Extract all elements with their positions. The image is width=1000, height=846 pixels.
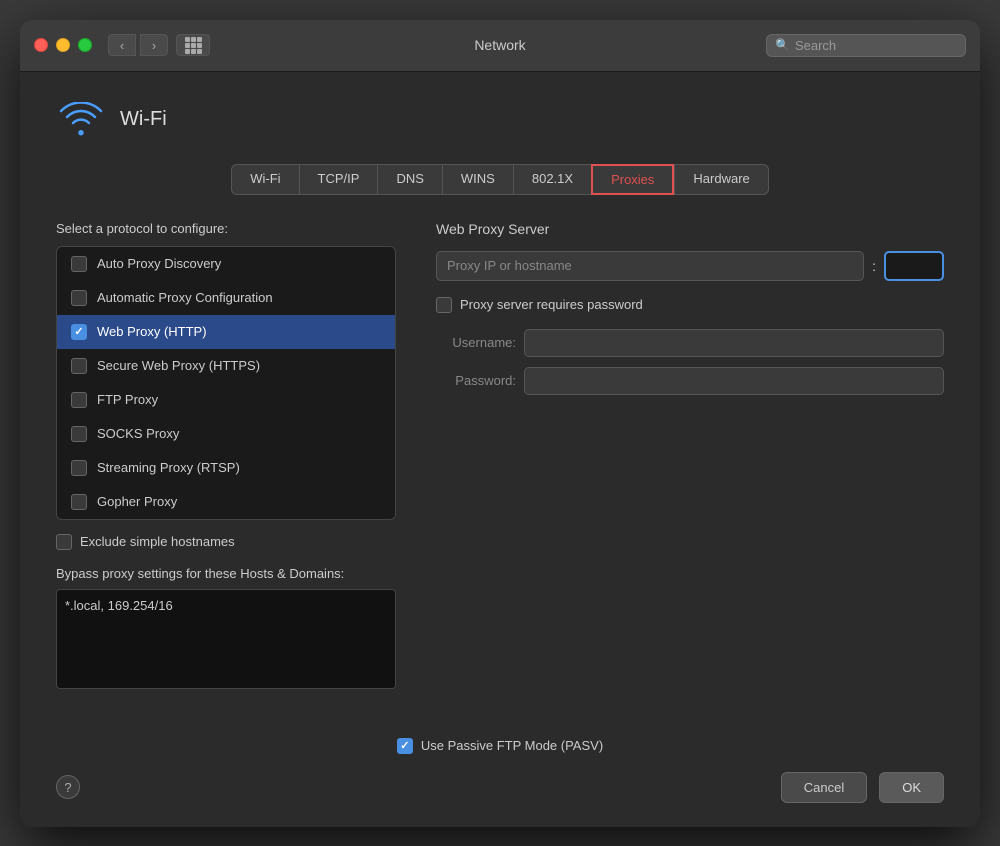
password-required-label: Proxy server requires password xyxy=(460,297,643,312)
nav-buttons: ‹ › xyxy=(108,34,168,56)
tab-hardware[interactable]: Hardware xyxy=(674,164,768,195)
left-panel: Select a protocol to configure: Auto Pro… xyxy=(56,221,396,694)
protocol-gopher-proxy[interactable]: Gopher Proxy xyxy=(57,485,395,519)
checkbox-socks-proxy[interactable] xyxy=(71,426,87,442)
checkbox-auto-proxy-discovery[interactable] xyxy=(71,256,87,272)
passive-ftp-label: Use Passive FTP Mode (PASV) xyxy=(421,738,603,753)
password-row: Password: xyxy=(436,367,944,395)
grid-icon xyxy=(185,37,202,54)
checkbox-password-required[interactable] xyxy=(436,297,452,313)
wifi-icon xyxy=(59,102,103,138)
password-required-row: Proxy server requires password xyxy=(436,297,944,313)
wifi-header: Wi-Fi xyxy=(56,100,944,140)
tab-wifi[interactable]: Wi-Fi xyxy=(231,164,298,195)
proxy-hostname-input[interactable] xyxy=(436,251,864,281)
proxy-port-input[interactable] xyxy=(884,251,944,281)
protocol-list: Auto Proxy Discovery Automatic Proxy Con… xyxy=(56,246,396,520)
grid-button[interactable] xyxy=(176,34,210,56)
tab-tcpip[interactable]: TCP/IP xyxy=(299,164,378,195)
password-input[interactable] xyxy=(524,367,944,395)
exclude-hostnames-row: Exclude simple hostnames xyxy=(56,534,396,550)
maximize-button[interactable] xyxy=(78,38,92,52)
tab-wins[interactable]: WINS xyxy=(442,164,513,195)
traffic-lights xyxy=(34,38,92,52)
protocol-label: FTP Proxy xyxy=(97,392,158,407)
help-button[interactable]: ? xyxy=(56,775,80,799)
protocol-socks-proxy[interactable]: SOCKS Proxy xyxy=(57,417,395,451)
minimize-button[interactable] xyxy=(56,38,70,52)
bypass-label: Bypass proxy settings for these Hosts & … xyxy=(56,566,396,581)
panel-title: Select a protocol to configure: xyxy=(56,221,396,236)
cancel-button[interactable]: Cancel xyxy=(781,772,867,803)
protocol-auto-proxy-discovery[interactable]: Auto Proxy Discovery xyxy=(57,247,395,281)
password-label: Password: xyxy=(436,373,516,388)
checkbox-exclude-hostnames[interactable] xyxy=(56,534,72,550)
tab-dns[interactable]: DNS xyxy=(377,164,441,195)
protocol-label: Secure Web Proxy (HTTPS) xyxy=(97,358,260,373)
titlebar: ‹ › Network 🔍 xyxy=(20,20,980,72)
ok-button[interactable]: OK xyxy=(879,772,944,803)
action-buttons: Cancel OK xyxy=(781,772,944,803)
checkbox-streaming-proxy[interactable] xyxy=(71,460,87,476)
protocol-secure-web-proxy[interactable]: Secure Web Proxy (HTTPS) xyxy=(57,349,395,383)
exclude-hostnames-label: Exclude simple hostnames xyxy=(80,534,235,549)
username-input[interactable] xyxy=(524,329,944,357)
protocol-label: Streaming Proxy (RTSP) xyxy=(97,460,240,475)
protocol-web-proxy-http[interactable]: Web Proxy (HTTP) xyxy=(57,315,395,349)
checkbox-ftp-proxy[interactable] xyxy=(71,392,87,408)
search-icon: 🔍 xyxy=(775,38,790,52)
back-button[interactable]: ‹ xyxy=(108,34,136,56)
wifi-icon-container xyxy=(56,100,106,140)
tabs: Wi-Fi TCP/IP DNS WINS 802.1X Proxies Har… xyxy=(56,164,944,195)
protocol-automatic-proxy-config[interactable]: Automatic Proxy Configuration xyxy=(57,281,395,315)
bypass-section: Bypass proxy settings for these Hosts & … xyxy=(56,566,396,694)
passive-ftp-row: Use Passive FTP Mode (PASV) xyxy=(20,738,980,754)
search-input[interactable] xyxy=(795,38,957,53)
protocol-label: Automatic Proxy Configuration xyxy=(97,290,273,305)
tab-proxies[interactable]: Proxies xyxy=(591,164,674,195)
main-window: ‹ › Network 🔍 xyxy=(20,20,980,827)
proxy-server-row: : xyxy=(436,251,944,281)
bottom-bar: ? Cancel OK xyxy=(20,754,980,827)
colon-separator: : xyxy=(872,258,876,274)
wifi-label: Wi-Fi xyxy=(120,108,167,131)
main-layout: Select a protocol to configure: Auto Pro… xyxy=(56,221,944,694)
checkbox-secure-web-proxy[interactable] xyxy=(71,358,87,374)
protocol-label: Auto Proxy Discovery xyxy=(97,256,221,271)
protocol-ftp-proxy[interactable]: FTP Proxy xyxy=(57,383,395,417)
window-title: Network xyxy=(474,37,525,53)
protocol-label: Gopher Proxy xyxy=(97,494,177,509)
forward-button[interactable]: › xyxy=(140,34,168,56)
protocol-label: Web Proxy (HTTP) xyxy=(97,324,207,339)
search-box[interactable]: 🔍 xyxy=(766,34,966,57)
checkbox-web-proxy-http[interactable] xyxy=(71,324,87,340)
right-panel: Web Proxy Server : Proxy server requires… xyxy=(436,221,944,694)
username-label: Username: xyxy=(436,335,516,350)
protocol-label: SOCKS Proxy xyxy=(97,426,179,441)
bypass-textarea[interactable]: *.local, 169.254/16 xyxy=(56,589,396,689)
close-button[interactable] xyxy=(34,38,48,52)
protocol-streaming-proxy[interactable]: Streaming Proxy (RTSP) xyxy=(57,451,395,485)
tab-8021x[interactable]: 802.1X xyxy=(513,164,591,195)
content-area: Wi-Fi Wi-Fi TCP/IP DNS WINS 802.1X Proxi… xyxy=(20,72,980,718)
checkbox-passive-ftp[interactable] xyxy=(397,738,413,754)
checkbox-automatic-proxy-config[interactable] xyxy=(71,290,87,306)
username-row: Username: xyxy=(436,329,944,357)
checkbox-gopher-proxy[interactable] xyxy=(71,494,87,510)
web-proxy-title: Web Proxy Server xyxy=(436,221,944,237)
